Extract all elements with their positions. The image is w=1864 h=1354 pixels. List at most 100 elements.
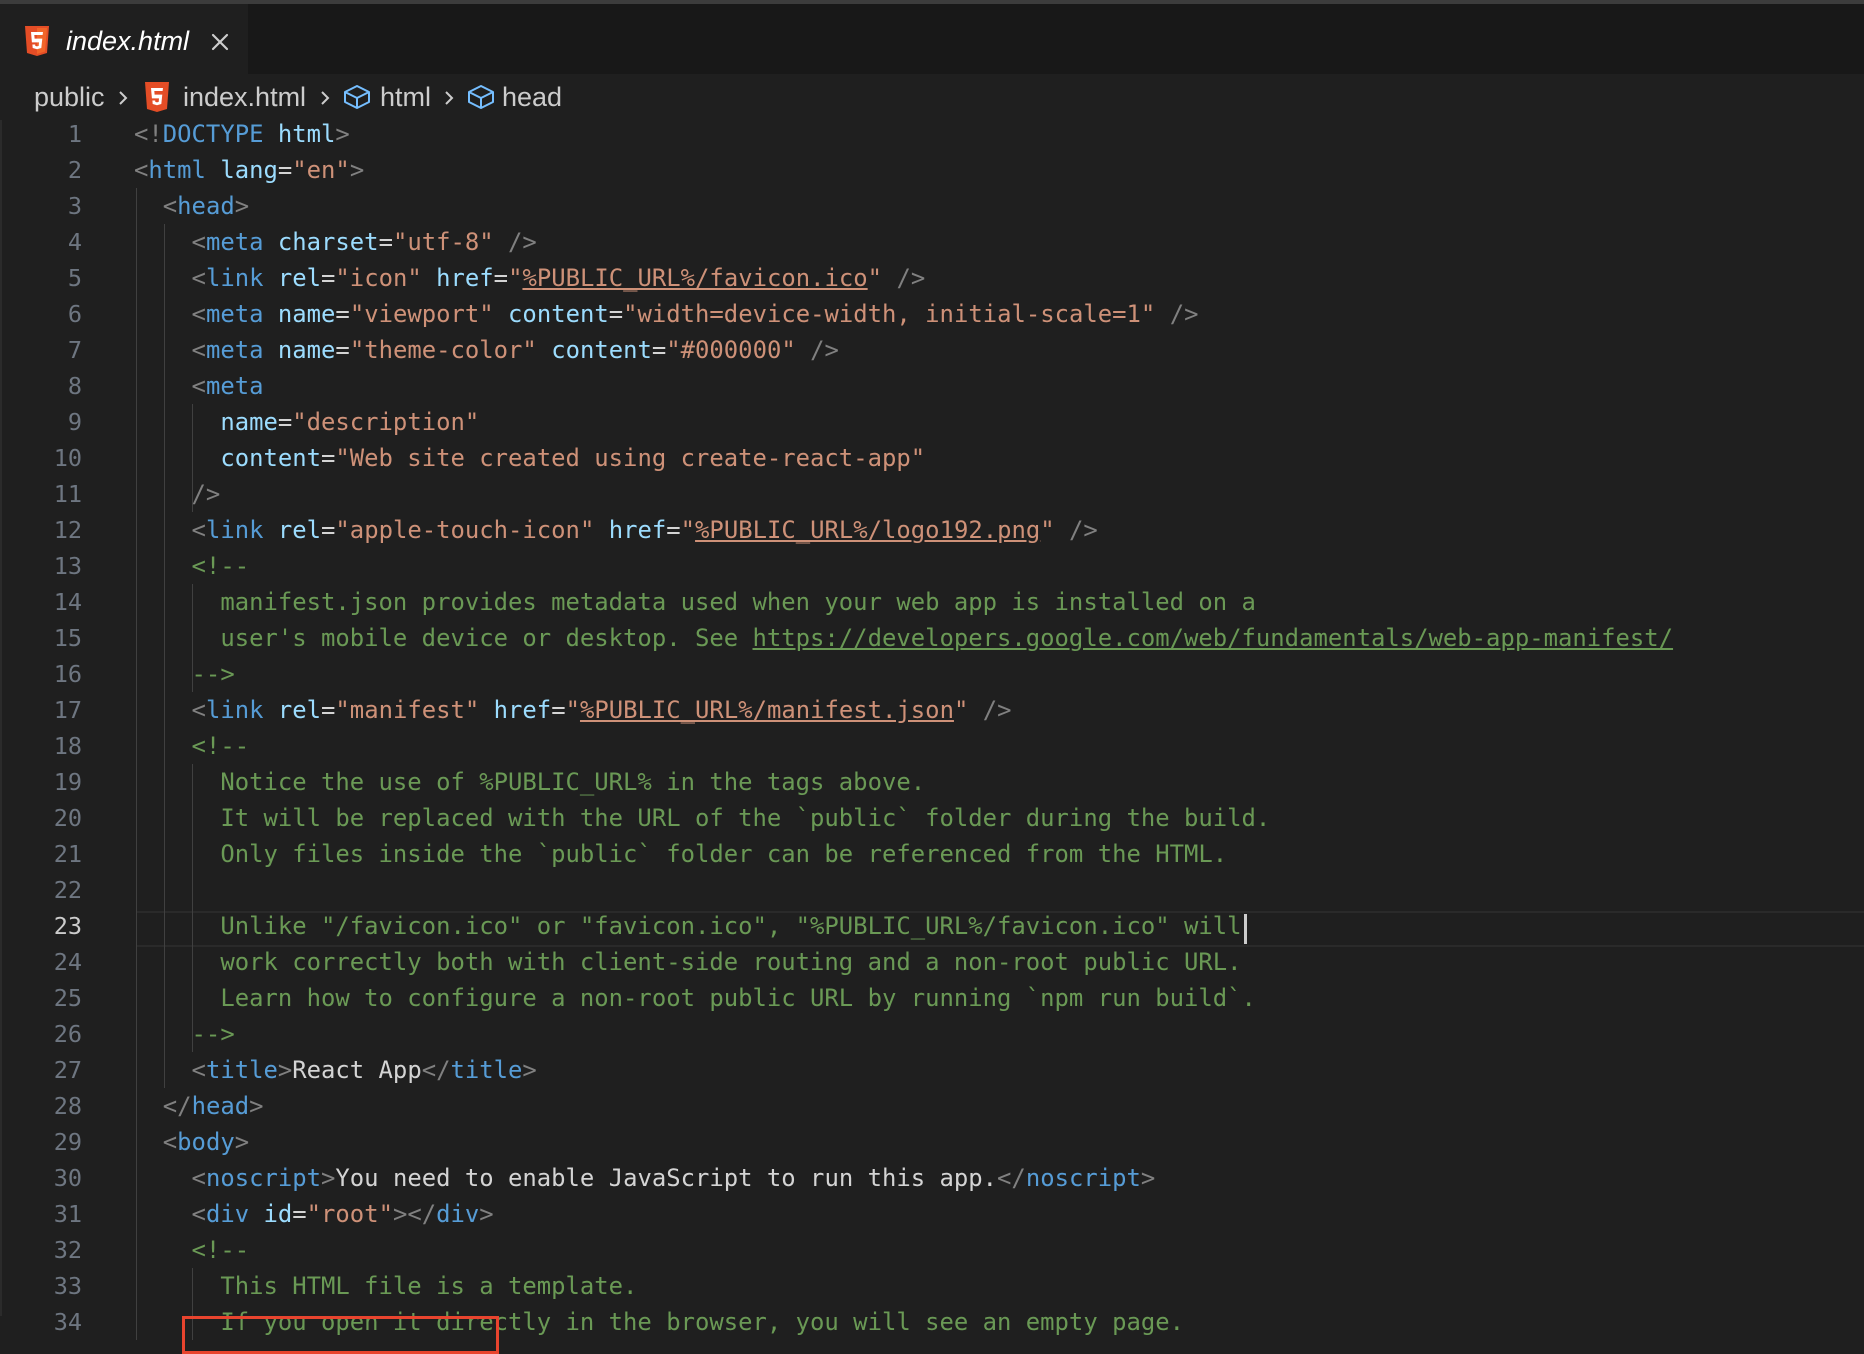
code-token: = bbox=[651, 336, 667, 364]
code-token: <! bbox=[134, 120, 163, 148]
code-token: html bbox=[277, 120, 336, 148]
code-token: "apple-touch-icon" bbox=[335, 516, 595, 544]
code-token: Learn how to configure a non-root public… bbox=[220, 984, 1256, 1012]
code-token: "width=device-width, initial-scale=1" bbox=[623, 300, 1156, 328]
code-token: link bbox=[205, 516, 264, 544]
code-token: </ bbox=[162, 1092, 192, 1120]
close-icon[interactable] bbox=[208, 30, 232, 54]
code-token: content bbox=[508, 300, 609, 328]
code-line: <noscript>You need to enable JavaScript … bbox=[134, 1160, 1156, 1196]
breadcrumb-item-public[interactable]: public bbox=[34, 74, 105, 120]
code-token: "root" bbox=[306, 1200, 393, 1228]
line-number: 6 bbox=[67, 300, 82, 328]
code-line: <link rel="apple-touch-icon" href="%PUBL… bbox=[134, 512, 1098, 548]
code-line: user's mobile device or desktop. See htt… bbox=[134, 620, 1673, 656]
code-token: %PUBLIC_URL%/logo192.png bbox=[695, 516, 1041, 544]
code-line: --> bbox=[134, 656, 235, 692]
line-number: 24 bbox=[53, 948, 82, 976]
line-number: 4 bbox=[67, 228, 82, 256]
line-number: 23 bbox=[53, 912, 82, 940]
code-token: < bbox=[191, 228, 206, 256]
code-token: = bbox=[551, 696, 566, 724]
code-token: ></ bbox=[392, 1200, 437, 1228]
code-token: https://developers.google.com/web/fundam… bbox=[752, 624, 1674, 652]
code-line: <link rel="icon" href="%PUBLIC_URL%/favi… bbox=[134, 260, 926, 296]
code-line: name="description" bbox=[134, 404, 479, 440]
tab-index-html[interactable]: index.html bbox=[0, 4, 248, 74]
code-token: > bbox=[234, 192, 250, 220]
line-number: 22 bbox=[53, 876, 82, 904]
code-token: Notice the use of %PUBLIC_URL% in the ta… bbox=[220, 768, 926, 796]
code-editor[interactable]: 1 2 3 4 5 6 7 8 9 10 11 12 13 14 15 16 17 18 19 20 21 22 23 24 2… bbox=[0, 120, 1864, 1354]
line-number: 8 bbox=[67, 372, 82, 400]
code-token: rel bbox=[277, 516, 322, 544]
code-token: meta bbox=[205, 228, 264, 256]
line-number: 32 bbox=[53, 1236, 82, 1264]
code-token: < bbox=[191, 1056, 206, 1084]
code-token: href bbox=[436, 264, 494, 292]
breadcrumb-item-html[interactable]: html bbox=[380, 74, 431, 120]
code-token: = bbox=[321, 696, 336, 724]
code-token: /> bbox=[810, 336, 839, 364]
code-token: /> bbox=[982, 696, 1012, 724]
line-number: 15 bbox=[53, 624, 82, 652]
code-line: <div id="root"></div> bbox=[134, 1196, 494, 1232]
tab-bar: index.html bbox=[0, 0, 1864, 74]
code-token: meta bbox=[205, 336, 264, 364]
code-token: > bbox=[234, 1128, 250, 1156]
code-token: DOCTYPE bbox=[162, 120, 264, 148]
breadcrumb-item-index-html[interactable]: index.html bbox=[183, 74, 306, 120]
code-token: user's mobile device or desktop. See bbox=[220, 624, 753, 652]
code-line: This HTML file is a template. bbox=[134, 1268, 637, 1304]
chevron-right-icon bbox=[119, 91, 128, 105]
code-token: < bbox=[134, 156, 149, 184]
code-token: id bbox=[263, 1200, 293, 1228]
code-line: <body> bbox=[134, 1124, 249, 1160]
code-token: = bbox=[321, 516, 336, 544]
line-number: 1 bbox=[67, 120, 82, 148]
code-token: > bbox=[249, 1092, 264, 1120]
code-token: < bbox=[191, 1200, 206, 1228]
code-token: = bbox=[277, 156, 293, 184]
line-number: 7 bbox=[67, 336, 82, 364]
code-token: > bbox=[522, 1056, 537, 1084]
code-token: rel bbox=[277, 696, 322, 724]
code-token: React App bbox=[292, 1056, 422, 1084]
code-line: It will be replaced with the URL of the … bbox=[134, 800, 1270, 836]
breadcrumb-item-head[interactable]: head bbox=[502, 74, 562, 120]
code-token: rel bbox=[277, 264, 322, 292]
code-line: <meta name="theme-color" content="#00000… bbox=[134, 332, 839, 368]
code-line: <!-- bbox=[134, 728, 250, 764]
code-token: < bbox=[162, 1128, 178, 1156]
code-token: charset bbox=[277, 228, 379, 256]
code-line: </head> bbox=[134, 1088, 264, 1124]
code-token: = bbox=[292, 1200, 307, 1228]
code-token: /> bbox=[1169, 300, 1199, 328]
line-number: 26 bbox=[53, 1020, 82, 1048]
